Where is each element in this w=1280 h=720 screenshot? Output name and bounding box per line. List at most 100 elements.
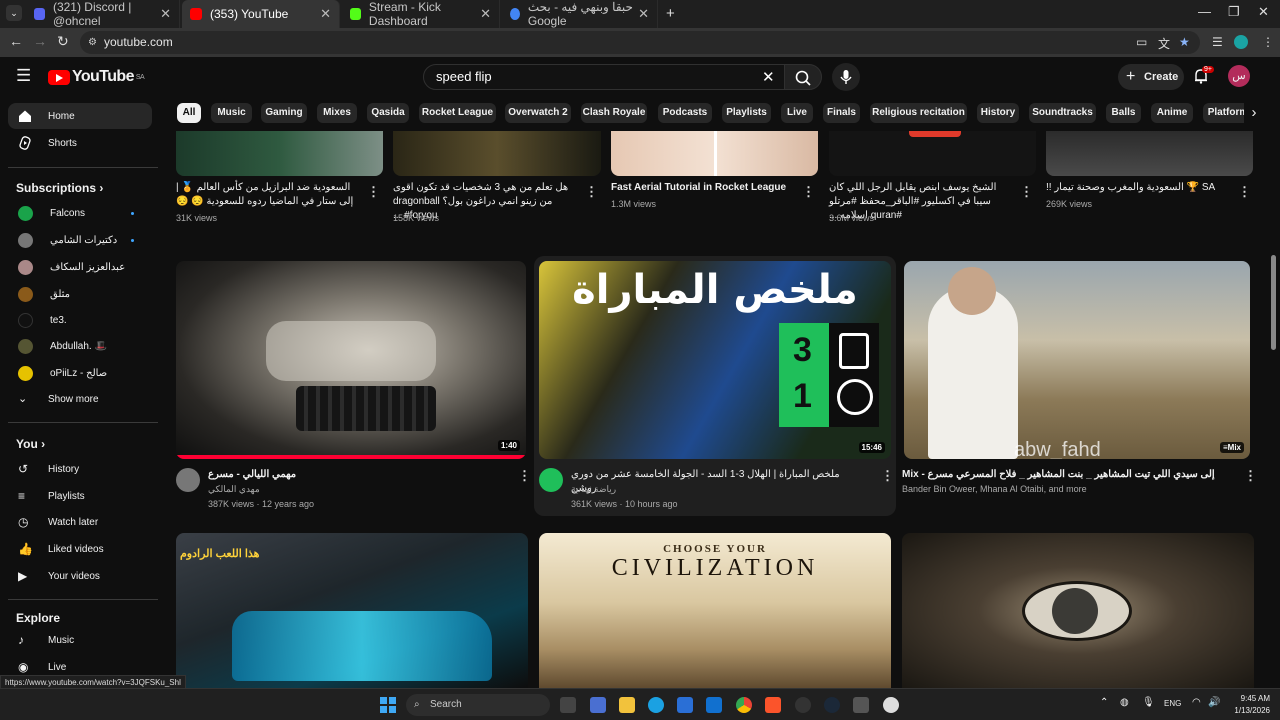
tab-kick[interactable]: Stream - Kick Dashboard ✕ [342, 0, 500, 28]
chip-all[interactable]: All [177, 103, 201, 123]
outlook-icon[interactable] [706, 697, 722, 713]
clear-search-icon[interactable]: ✕ [762, 68, 775, 86]
steam-icon[interactable] [824, 697, 840, 713]
bookmark-star-icon[interactable]: ★ [1179, 35, 1190, 49]
channel-name[interactable]: رياضة ثمانية [571, 483, 616, 496]
channel-avatar[interactable] [539, 468, 563, 492]
chip[interactable]: Finals [823, 103, 860, 123]
chip[interactable]: Overwatch 2 [505, 103, 571, 123]
create-button[interactable]: + Create [1118, 64, 1184, 90]
mic-tray-icon[interactable]: 🎙 [1142, 697, 1155, 708]
chip[interactable]: History [977, 103, 1019, 123]
account-avatar[interactable]: س [1228, 65, 1250, 87]
more-options-icon[interactable]: ⋮ [1244, 468, 1257, 484]
video-thumbnail[interactable]: 1:40 [176, 261, 526, 459]
language-indicator[interactable]: ENG [1164, 699, 1181, 708]
system-clock[interactable]: 9:45 AM 1/13/2026 [1226, 693, 1270, 717]
video-thumbnail[interactable] [1046, 131, 1253, 176]
sidebar-item-home[interactable]: Home [8, 103, 152, 129]
more-options-icon[interactable]: ⋮ [367, 184, 380, 200]
sidebar-subscription[interactable]: Falcons [8, 200, 152, 226]
back-icon[interactable]: ← [9, 33, 23, 49]
channel-avatar[interactable] [176, 468, 200, 492]
url-field[interactable]: ⚙ youtube.com [80, 31, 1200, 54]
chip[interactable]: Clash Royale [581, 103, 647, 123]
video-title[interactable]: SA 🏆 السعودية والمغرب وصحنة تيمار !! [1046, 181, 1230, 195]
app-icon[interactable] [883, 697, 899, 713]
minimize-icon[interactable]: — [1198, 4, 1211, 19]
chip[interactable]: Live [781, 103, 813, 123]
close-window-icon[interactable]: ✕ [1258, 4, 1269, 20]
sidebar-subscription[interactable]: Abdullah. 🎩 [8, 333, 152, 359]
sidebar-item-liked-videos[interactable]: 👍 Liked videos [8, 536, 152, 562]
tab-youtube[interactable]: (353) YouTube ✕ [182, 0, 340, 28]
youtube-logo[interactable]: YouTube SA [48, 68, 145, 86]
more-options-icon[interactable]: ⋮ [1020, 184, 1033, 200]
tab-list-icon[interactable]: ⌄ [6, 5, 22, 21]
more-options-icon[interactable]: ⋮ [881, 468, 894, 484]
sidebar-subscription[interactable]: دكتيرات الشامي [8, 227, 152, 253]
video-thumbnail[interactable]: ملخص المباراة 3 1 15:46 [539, 261, 891, 459]
more-options-icon[interactable]: ⋮ [802, 184, 815, 200]
video-thumbnail[interactable] [176, 131, 383, 176]
app-icon[interactable] [853, 697, 869, 713]
sidebar-subscription[interactable]: te3. [8, 307, 152, 333]
close-icon[interactable]: ✕ [480, 6, 491, 22]
video-thumbnail[interactable]: abw_fahd ≡Mix [904, 261, 1250, 459]
search-button[interactable] [784, 64, 822, 90]
show-more-button[interactable]: ⌄ Show more [8, 386, 152, 412]
app-icon[interactable] [590, 697, 606, 713]
chip[interactable]: Anime [1151, 103, 1193, 123]
more-options-icon[interactable]: ⋮ [518, 468, 531, 484]
translate-icon[interactable]: 文 [1158, 35, 1170, 52]
sidebar-item-your-videos[interactable]: ▶ Your videos [8, 563, 152, 589]
video-thumbnail[interactable]: هذا اللعب الرادوم [176, 533, 528, 688]
video-thumbnail[interactable] [902, 533, 1254, 688]
sidebar-item-watch-later[interactable]: ◷ Watch later [8, 509, 152, 535]
more-options-icon[interactable]: ⋮ [1238, 184, 1251, 200]
subscriptions-heading[interactable]: Subscriptions › [16, 181, 103, 195]
forward-icon[interactable]: → [33, 33, 47, 49]
chip[interactable]: Balls [1106, 103, 1141, 123]
brave-icon[interactable] [765, 697, 781, 713]
chip[interactable]: Religious recitation [870, 103, 967, 123]
new-tab-icon[interactable]: + [666, 5, 675, 22]
app-icon[interactable] [795, 697, 811, 713]
channel-name[interactable]: مهدي المالكي [208, 483, 260, 496]
file-explorer-icon[interactable] [619, 697, 635, 713]
profile-icon[interactable] [1234, 35, 1248, 49]
chip[interactable]: Qasida [367, 103, 409, 123]
chip[interactable]: Mixes [317, 103, 357, 123]
video-title[interactable]: Fast Aerial Tutorial in Rocket League [611, 181, 795, 195]
reload-icon[interactable]: ↻ [57, 33, 69, 50]
sidebar-subscription[interactable]: مثلق [8, 281, 152, 307]
video-title[interactable]: السعودية ضد البرازيل من كأس العالم 🏅 | إ… [176, 181, 360, 209]
chip[interactable]: Music [211, 103, 252, 123]
edge-icon[interactable] [648, 697, 664, 713]
network-icon[interactable]: ◍ [1120, 697, 1129, 708]
chip[interactable]: Playlists [722, 103, 771, 123]
chip[interactable]: Gaming [261, 103, 307, 123]
sidebar-item-shorts[interactable]: Shorts [8, 130, 152, 156]
more-options-icon[interactable]: ⋮ [585, 184, 598, 200]
tab-google[interactable]: حبقا وبنهي فيه - بحث Google ✕ [502, 0, 658, 28]
search-input[interactable]: speed flip [423, 64, 785, 90]
sidebar-subscription[interactable]: عبدالعزيز السكاف [8, 254, 152, 280]
volume-icon[interactable]: 🔊 [1208, 697, 1220, 708]
video-thumbnail[interactable] [829, 131, 1036, 176]
store-icon[interactable] [677, 697, 693, 713]
sidebar-item-music[interactable]: ♪ Music [8, 627, 152, 653]
wifi-icon[interactable]: ◠ [1192, 697, 1201, 708]
reading-list-icon[interactable]: ☰ [1212, 35, 1223, 49]
video-thumbnail[interactable] [611, 131, 818, 176]
task-view-icon[interactable] [560, 697, 576, 713]
tray-chevron-icon[interactable]: ⌃ [1100, 697, 1108, 708]
close-icon[interactable]: ✕ [160, 6, 171, 22]
voice-search-button[interactable] [832, 63, 860, 91]
sidebar-item-playlists[interactable]: ≡ Playlists [8, 483, 152, 509]
page-scrollbar[interactable] [1271, 255, 1276, 350]
cast-icon[interactable]: ▭ [1136, 35, 1147, 49]
site-info-icon[interactable]: ⚙ [88, 31, 97, 54]
chevron-right-icon[interactable]: › [1244, 103, 1264, 123]
chrome-icon[interactable] [736, 697, 752, 713]
